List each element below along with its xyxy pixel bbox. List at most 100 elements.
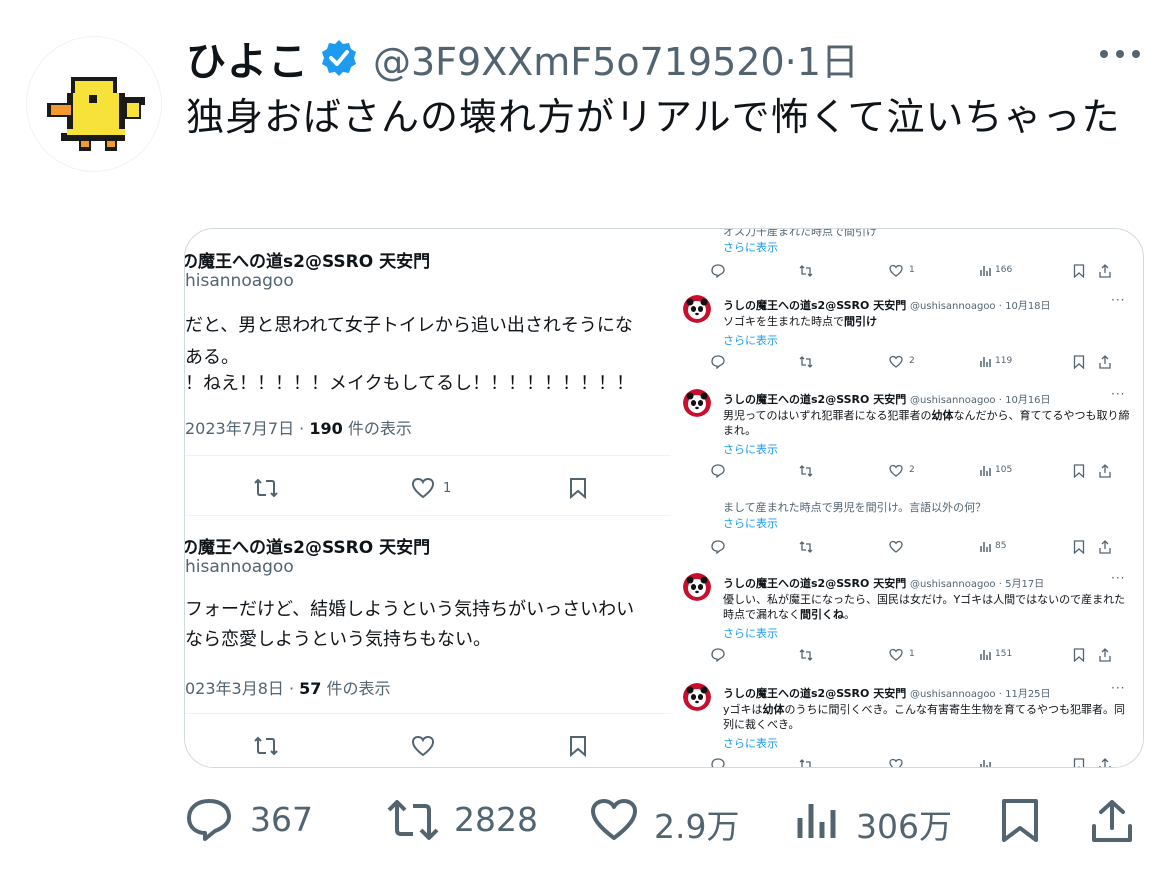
views-button[interactable]: 306万: [796, 780, 966, 860]
views-count: 306万: [856, 807, 952, 846]
repost-icon: [799, 356, 813, 368]
like-count: 2: [909, 465, 915, 475]
tweet-media-image[interactable]: の魔王への道s2@SSRO 天安門 hisannoagoo だと、男と思われて女…: [184, 228, 1144, 768]
embedded-tweet-header: うしの魔王への道s2@SSRO 天安門 @ushisannoagoo · 11月…: [723, 685, 1051, 701]
embedded-tweet-body: 優しい、私が魔王になったら、国民は女だけ。Yゴキは人間ではないので産まれた時点で…: [723, 592, 1133, 622]
embedded-avatar: [683, 389, 711, 417]
embedded-tweet-line: だと、男と思われて女子トイレから追い出されそうにな: [185, 315, 633, 336]
body-bold-text: 幼体: [762, 703, 785, 716]
like-icon: [889, 758, 903, 767]
divider: [185, 515, 671, 516]
embedded-author-meta: @ushisannoagoo · 10月16日: [910, 395, 1051, 406]
cutoff-text: オス力干産まれた時点で間引け: [723, 229, 877, 238]
handle-and-time[interactable]: @3F9XXmF5o719520·1日: [373, 31, 859, 86]
media-left-screenshot: の魔王への道s2@SSRO 天安門 hisannoagoo だと、男と思われて女…: [185, 229, 671, 767]
reply-icon: [187, 799, 231, 841]
views-icon: [797, 804, 836, 838]
more-options-icon: ···: [1111, 681, 1126, 695]
bookmark-icon: [570, 736, 586, 757]
repost-icon: [799, 759, 811, 767]
repost-icon: [254, 478, 278, 498]
embedded-action-bar: 2 119: [711, 354, 1141, 370]
body-text: ソゴキを生まれた時点で: [723, 315, 844, 328]
like-count: 1: [443, 481, 452, 496]
views-icon: [980, 266, 991, 276]
bookmark-icon: [570, 478, 586, 499]
share-icon: [1099, 648, 1111, 662]
repost-icon: [799, 649, 813, 661]
views-count: 151: [995, 649, 1013, 659]
reply-count: 367: [250, 800, 313, 839]
like-count: 2.9万: [654, 807, 740, 846]
embedded-tweet-meta: 023年3月8日 · 57 件の表示: [185, 675, 391, 699]
like-icon: [411, 477, 435, 499]
body-text: 優しい、私が魔王になったら、国民は女だけ。Yゴキは人間ではないので産まれた時点で…: [723, 593, 1126, 621]
embedded-tweet-line: なら恋愛しようという気持ちもない。: [185, 629, 491, 650]
show-more-link: さらに表示: [723, 627, 778, 640]
embedded-tweet-header: うしの魔王への道s2@SSRO 天安門 @ushisannoagoo · 5月1…: [723, 575, 1044, 591]
display-name[interactable]: ひよこ: [186, 29, 309, 87]
share-icon: [1099, 264, 1111, 278]
embedded-action-bar: 2 105: [711, 463, 1141, 479]
more-options-icon: ···: [1111, 387, 1126, 401]
panda-avatar-icon: [683, 295, 711, 323]
bookmark-icon[interactable]: [1000, 798, 1040, 844]
embedded-tweet-body: ソゴキを生まれた時点で間引け: [723, 314, 1133, 329]
like-count: 1: [909, 649, 915, 659]
embedded-author-meta: @ushisannoagoo · 10月18日: [910, 301, 1051, 312]
verified-badge-icon: [322, 40, 356, 76]
embedded-author-handle: hisannoagoo: [185, 557, 294, 577]
divider: [185, 455, 671, 456]
embedded-author-name: の魔王への道s2@SSRO 天安門: [185, 252, 431, 272]
reply-icon: [711, 758, 725, 767]
share-icon[interactable]: [1090, 798, 1134, 844]
repost-count: 2828: [454, 800, 538, 839]
embedded-action-bar: 1: [185, 473, 671, 503]
embedded-views: 57: [299, 679, 322, 698]
body-text: 男児ってのはいずれ犯罪者になる犯罪者の: [723, 409, 932, 422]
body-bold-text: 間引け: [844, 315, 877, 328]
tweet-header: ひよこ @3F9XXmF5o719520·1日: [186, 30, 859, 86]
reply-icon: [711, 355, 725, 369]
views-count: 166: [995, 265, 1013, 275]
views-icon: [980, 466, 991, 476]
like-icon: [591, 799, 637, 840]
embedded-tweet-line: ！ねえ！！！！！メイクもしてるし！！！！！！！！！: [185, 373, 635, 394]
repost-icon: [799, 265, 813, 277]
embedded-views: 190: [309, 419, 343, 438]
reply-icon: [711, 464, 725, 478]
bookmark-icon: [1073, 540, 1085, 554]
embedded-tweet-header: うしの魔王への道s2@SSRO 天安門 @ushisannoagoo · 10月…: [723, 297, 1051, 313]
like-button[interactable]: 2.9万: [590, 780, 760, 860]
repost-icon: [387, 800, 439, 840]
repost-button[interactable]: 2828: [386, 780, 546, 860]
embedded-tweet-line: フォーだけど、結婚しようという気持ちがいっさいわい: [185, 599, 635, 620]
embedded-tweet-body: 男児ってのはいずれ犯罪者になる犯罪者の幼体なんだから、育ててるやつも取り締まれ。: [723, 408, 1133, 438]
views-icon: [980, 650, 991, 660]
like-icon: [889, 648, 903, 661]
repost-icon: [799, 541, 813, 553]
reply-button[interactable]: 367: [186, 780, 326, 860]
more-options-icon[interactable]: [1096, 42, 1144, 66]
like-count: 2: [909, 356, 915, 366]
like-count: 1: [909, 265, 915, 275]
embedded-action-bar: [711, 757, 1141, 767]
like-icon: [411, 735, 435, 757]
show-more-link: さらに表示: [723, 241, 778, 254]
embedded-author-name: の魔王への道s2@SSRO 天安門: [185, 538, 431, 558]
share-icon: [1099, 540, 1111, 554]
embedded-tweet-meta: 2023年7月7日 · 190 件の表示: [185, 415, 412, 439]
embedded-author-meta: @ushisannoagoo · 5月17日: [910, 579, 1045, 590]
like-icon: [889, 355, 903, 368]
repost-icon: [254, 736, 278, 756]
embedded-tweet-header: うしの魔王への道s2@SSRO 天安門 @ushisannoagoo · 10月…: [723, 391, 1051, 407]
media-right-screenshot: オス力干産まれた時点で間引け さらに表示 1 166 うしの魔王への道s2@SS…: [671, 229, 1143, 767]
show-more-link: さらに表示: [723, 517, 778, 530]
avatar[interactable]: [26, 36, 162, 172]
bookmark-icon: [1073, 264, 1085, 278]
divider: [185, 713, 671, 714]
share-icon: [1099, 464, 1111, 478]
embedded-avatar: [683, 573, 711, 601]
chick-icon: [47, 77, 145, 151]
reply-icon: [711, 540, 725, 554]
